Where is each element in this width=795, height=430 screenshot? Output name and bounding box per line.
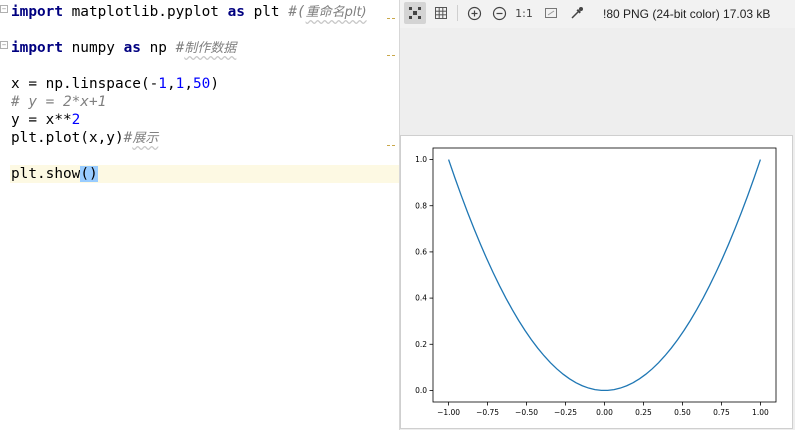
fold-marker[interactable]: −: [0, 41, 8, 49]
x-tick-label: −1.00: [437, 408, 460, 417]
y-tick-label: 0.2: [415, 340, 427, 349]
code-line[interactable]: x = np.linspace(-1,1,50): [11, 75, 219, 93]
x-tick-label: 1.00: [752, 408, 769, 417]
code-token: x = np.linspace(-: [11, 76, 159, 92]
x-tick-label: −0.25: [554, 408, 577, 417]
y-tick-label: 0.4: [415, 294, 427, 303]
x-tick-label: 0.25: [635, 408, 652, 417]
change-marker: [387, 145, 395, 147]
comment-token: # y = 2*x+1: [11, 94, 107, 110]
keyword-token: import: [11, 4, 63, 20]
code-line[interactable]: import matplotlib.pyplot as plt #(重命名plt…: [11, 3, 367, 21]
actual-size-icon[interactable]: 1:1: [513, 2, 535, 24]
actual-size-label: 1:1: [515, 6, 533, 20]
keyword-token: as: [227, 4, 245, 20]
code-token: ,: [166, 76, 176, 92]
grid-icon[interactable]: [430, 2, 452, 24]
comment-token: #(: [288, 4, 306, 20]
number-token: 50: [192, 76, 211, 92]
code-line[interactable]: import numpy as np #制作数据: [11, 39, 236, 57]
code-line[interactable]: # y = 2*x+1: [11, 93, 106, 111]
series-line: [447, 159, 762, 392]
y-tick-label: 0.6: [415, 248, 427, 257]
x-tick-label: 0.00: [596, 408, 613, 417]
number-token: 1: [158, 76, 167, 92]
fold-marker[interactable]: −: [0, 5, 8, 13]
color-picker-icon[interactable]: [566, 2, 588, 24]
comment-token: #: [175, 40, 185, 56]
change-marker: [387, 18, 395, 20]
y-tick-label: 1.0: [415, 155, 427, 164]
x-tick-label: 0.75: [713, 408, 730, 417]
code-token: plt: [244, 4, 289, 20]
comment-token: 重命名plt): [305, 5, 367, 20]
code-editor[interactable]: − − import matplotlib.pyplot as plt #(重命…: [0, 0, 399, 430]
fit-to-window-icon[interactable]: [404, 2, 426, 24]
comment-token: 制作数据: [184, 41, 237, 56]
line-chart: −1.00 −0.75 −0.50 −0.25 0.00 0.25 0.50 0.75 1.00…: [415, 147, 777, 417]
keyword-token: import: [11, 40, 63, 56]
code-token: plt.plot(x,y): [11, 130, 124, 146]
code-line[interactable]: plt.plot(x,y)#展示: [11, 129, 158, 147]
x-tick-label: −0.50: [515, 408, 538, 417]
code-token: numpy: [62, 40, 124, 56]
code-token: ,: [184, 76, 193, 92]
code-line[interactable]: y = x**2: [11, 111, 80, 129]
code-token: y = x**: [11, 112, 72, 128]
y-tick-label: 0.8: [415, 201, 427, 210]
x-tick-label: 0.50: [674, 408, 691, 417]
viewer-toolbar: 1:1 !80 PNG (24-bit color) 17.03 kB: [400, 0, 795, 28]
change-marker: [387, 55, 395, 57]
comment-token: #: [123, 130, 133, 146]
y-tick-label: 0.0: [415, 386, 427, 395]
keyword-token: as: [123, 40, 141, 56]
comment-token: 展示: [132, 131, 159, 146]
axes-frame: [432, 147, 777, 403]
bracket-match: (): [80, 166, 98, 182]
code-token: matplotlib.pyplot: [62, 4, 228, 20]
image-viewer: 1:1 !80 PNG (24-bit color) 17.03 kB −1.0…: [400, 0, 795, 430]
plot-image: −1.00 −0.75 −0.50 −0.25 0.00 0.25 0.50 0.75 1.00…: [400, 135, 793, 429]
x-tick-label: −0.75: [476, 408, 499, 417]
number-token: 1: [175, 76, 185, 92]
code-line[interactable]: plt.show(): [10, 165, 399, 183]
fit-image-icon[interactable]: [540, 2, 562, 24]
toolbar-separator: [457, 5, 458, 21]
code-token: plt.show: [11, 166, 81, 182]
fold-gutter: − −: [0, 0, 10, 430]
code-token: np: [140, 40, 176, 56]
image-info-text: !80 PNG (24-bit color) 17.03 kB: [603, 7, 771, 21]
code-token: ): [210, 76, 219, 92]
zoom-in-icon[interactable]: [463, 2, 485, 24]
zoom-out-icon[interactable]: [488, 2, 510, 24]
number-token: 2: [71, 112, 81, 128]
